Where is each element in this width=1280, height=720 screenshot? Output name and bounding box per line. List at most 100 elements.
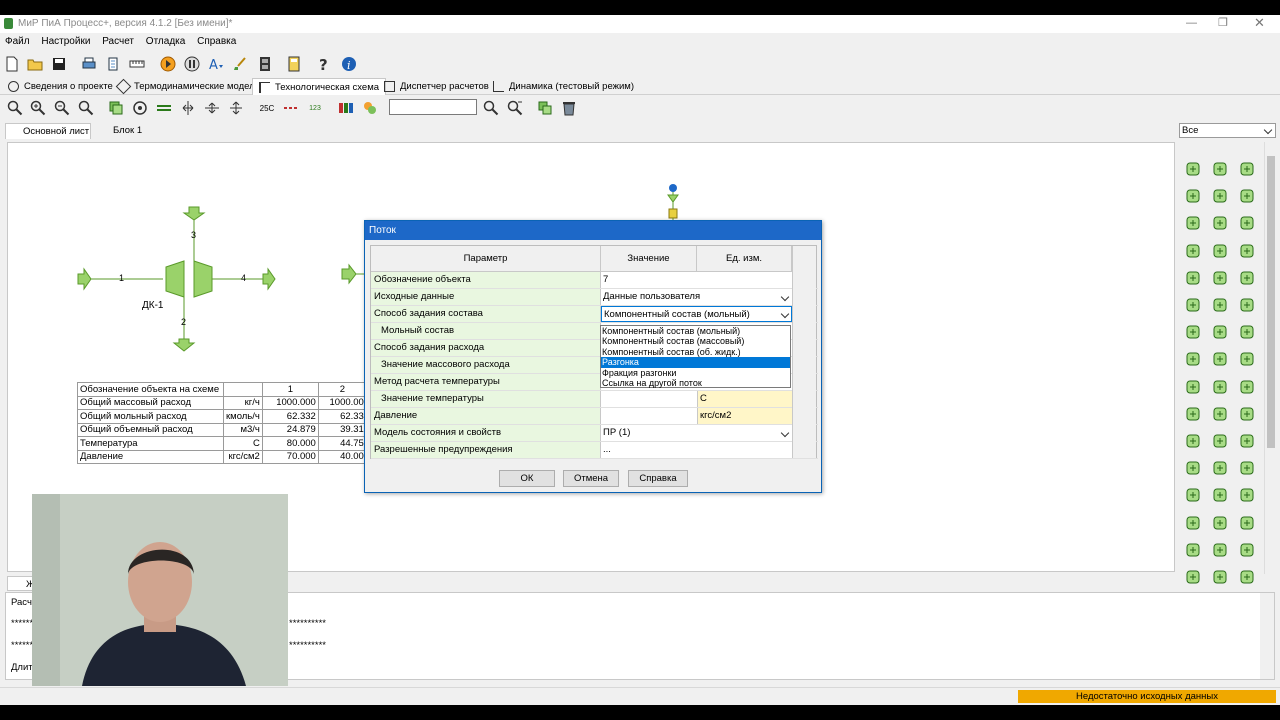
align-horizontal-icon[interactable] bbox=[178, 98, 198, 118]
line-tool-icon[interactable] bbox=[154, 98, 174, 118]
property-value[interactable] bbox=[601, 391, 697, 407]
flag-left-icon[interactable] bbox=[1209, 566, 1231, 588]
gear-icon[interactable] bbox=[1236, 566, 1258, 588]
cylinder-icon[interactable] bbox=[1182, 376, 1204, 398]
group-icon[interactable] bbox=[360, 98, 380, 118]
dropdown-option[interactable]: Компонентный состав (мольный) bbox=[601, 326, 790, 336]
bar-icon[interactable] bbox=[1209, 512, 1231, 534]
property-value[interactable]: ПР (1) bbox=[601, 425, 792, 441]
calculator-icon[interactable] bbox=[284, 54, 304, 74]
menu-settings[interactable]: Настройки bbox=[41, 36, 90, 47]
sheet-tab-main[interactable]: Основной лист bbox=[5, 123, 91, 139]
square-icon[interactable] bbox=[1236, 457, 1258, 479]
brush-icon[interactable] bbox=[230, 54, 250, 74]
palette-scrollbar[interactable] bbox=[1264, 142, 1276, 574]
flag-icon[interactable] bbox=[1182, 566, 1204, 588]
valve-icon[interactable] bbox=[1182, 185, 1204, 207]
mixer-icon[interactable] bbox=[1209, 294, 1231, 316]
circle-ring-icon[interactable] bbox=[1209, 430, 1231, 452]
menu-help[interactable]: Справка bbox=[197, 36, 236, 47]
tank-icon[interactable] bbox=[1182, 267, 1204, 289]
component-library-icon[interactable] bbox=[336, 98, 356, 118]
save-icon[interactable] bbox=[49, 54, 69, 74]
sheet-tab-block1[interactable]: Блок 1 bbox=[97, 123, 157, 139]
property-value[interactable]: 7 bbox=[601, 272, 792, 288]
zoom-fit-icon[interactable] bbox=[76, 98, 96, 118]
text-tool-icon[interactable]: A bbox=[206, 54, 226, 74]
diamond-icon[interactable] bbox=[1236, 212, 1258, 234]
zoom-plus-icon[interactable] bbox=[28, 98, 48, 118]
diamond-line-icon[interactable] bbox=[1236, 512, 1258, 534]
search-input[interactable] bbox=[389, 99, 477, 115]
numbering-icon[interactable]: 123 bbox=[305, 98, 325, 118]
property-row[interactable]: Разрешенные предупреждения... bbox=[371, 442, 818, 459]
zoom-in-icon[interactable] bbox=[5, 98, 25, 118]
property-row[interactable]: Способ задания состава Компонентный соста… bbox=[371, 306, 818, 323]
arrow-left-icon[interactable] bbox=[1209, 457, 1231, 479]
property-value[interactable]: Компонентный состав (мольный) bbox=[601, 306, 792, 322]
menu-calc[interactable]: Расчет bbox=[102, 36, 134, 47]
run-icon[interactable] bbox=[158, 54, 178, 74]
comb-icon[interactable] bbox=[1236, 539, 1258, 561]
property-value[interactable]: ... bbox=[601, 442, 792, 458]
log-scrollbar[interactable] bbox=[1260, 593, 1274, 679]
close-icon[interactable]: ✕ bbox=[1254, 15, 1265, 31]
circle-arrow-icon[interactable] bbox=[1182, 430, 1204, 452]
help-button[interactable]: Справка bbox=[628, 470, 688, 487]
chip-icon[interactable] bbox=[1209, 158, 1231, 180]
reactor-icon[interactable] bbox=[1236, 294, 1258, 316]
property-unit[interactable]: С bbox=[697, 391, 792, 407]
property-row[interactable]: Обозначение объекта 7 bbox=[371, 272, 818, 289]
dropdown-option[interactable]: Ссылка на другой поток bbox=[601, 378, 790, 388]
grid-icon[interactable] bbox=[1236, 158, 1258, 180]
box-x-icon[interactable] bbox=[1236, 403, 1258, 425]
disconnect-icon[interactable] bbox=[281, 98, 301, 118]
ruler-icon[interactable] bbox=[127, 54, 147, 74]
property-row[interactable]: Давление кгс/см2 bbox=[371, 408, 818, 425]
property-row[interactable]: Значение температуры С bbox=[371, 391, 818, 408]
trapezoid-icon[interactable] bbox=[1236, 321, 1258, 343]
copy-block-icon[interactable] bbox=[106, 98, 126, 118]
car-icon[interactable] bbox=[1182, 512, 1204, 534]
bowtie-right-icon[interactable] bbox=[1209, 484, 1231, 506]
refresh-icon[interactable] bbox=[130, 98, 150, 118]
minimize-icon[interactable]: — bbox=[1186, 17, 1197, 29]
layers-icon[interactable] bbox=[535, 98, 555, 118]
zoom-minus-icon[interactable] bbox=[52, 98, 72, 118]
composition-method-dropdown[interactable]: Компонентный состав (мольный) Компонентны… bbox=[600, 325, 791, 388]
dropdown-option[interactable]: Фракция разгонки bbox=[601, 368, 790, 378]
about-icon[interactable]: i bbox=[339, 54, 359, 74]
tab-calc-manager[interactable]: Диспетчер расчетов bbox=[378, 78, 495, 95]
temperature-display-icon[interactable]: 25C bbox=[257, 98, 277, 118]
tab-process-scheme[interactable]: Технологическая схема bbox=[252, 78, 387, 95]
dropdown-option[interactable]: Компонентный состав (об. жидк.) bbox=[601, 347, 790, 357]
cancel-button[interactable]: Отмена bbox=[563, 470, 619, 487]
restore-icon[interactable]: ❐ bbox=[1218, 16, 1228, 29]
palette-filter-select[interactable]: Все bbox=[1179, 123, 1276, 138]
star-icon[interactable] bbox=[1236, 484, 1258, 506]
dome-icon[interactable] bbox=[1209, 321, 1231, 343]
cylinder-alt-icon[interactable] bbox=[1209, 376, 1231, 398]
ok-button[interactable]: ОК bbox=[499, 470, 555, 487]
separator-icon[interactable] bbox=[1236, 185, 1258, 207]
vessel-icon[interactable] bbox=[1209, 185, 1231, 207]
filter-icon[interactable] bbox=[1209, 267, 1231, 289]
loop-icon[interactable] bbox=[1236, 376, 1258, 398]
trash-icon[interactable] bbox=[559, 98, 579, 118]
double-arrow-icon[interactable] bbox=[1236, 430, 1258, 452]
plate-icon[interactable] bbox=[1182, 484, 1204, 506]
help-icon[interactable]: ? bbox=[314, 54, 334, 74]
property-row[interactable]: Модель состояния и свойств ПР (1) bbox=[371, 425, 818, 442]
pump-icon[interactable] bbox=[1236, 240, 1258, 262]
splitter-icon[interactable] bbox=[1182, 321, 1204, 343]
dropdown-option[interactable]: Разгонка bbox=[601, 357, 790, 368]
property-value[interactable]: Данные пользователя bbox=[601, 289, 792, 305]
property-unit[interactable]: кгс/см2 bbox=[697, 408, 792, 424]
open-folder-icon[interactable] bbox=[25, 54, 45, 74]
print-icon[interactable] bbox=[79, 54, 99, 74]
search-next-icon[interactable] bbox=[505, 98, 525, 118]
arrow-right-icon[interactable] bbox=[1182, 457, 1204, 479]
bowtie-icon[interactable] bbox=[1209, 403, 1231, 425]
dropdown-option[interactable]: Компонентный состав (массовый) bbox=[601, 336, 790, 346]
cone-icon[interactable] bbox=[1182, 539, 1204, 561]
